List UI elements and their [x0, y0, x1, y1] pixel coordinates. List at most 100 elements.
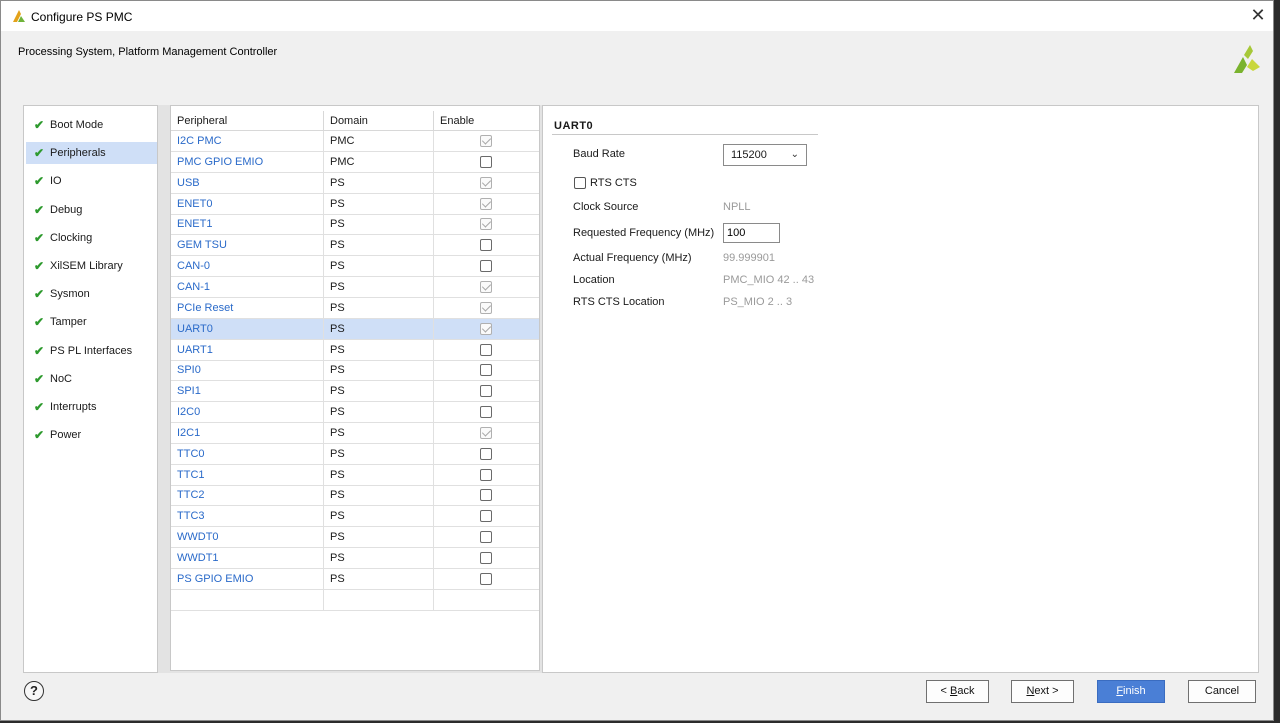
sidebar-item-label: XilSEM Library	[50, 260, 123, 272]
peripheral-name[interactable]: ENET0	[171, 193, 324, 215]
sidebar-item-power[interactable]: ✔ Power	[26, 424, 157, 446]
enable-checkbox[interactable]	[480, 510, 492, 523]
help-icon[interactable]: ?	[24, 681, 44, 701]
peripheral-name[interactable]: SPI0	[171, 360, 324, 382]
table-row[interactable]: UART0 PS	[171, 318, 539, 340]
sidebar-item-noc[interactable]: ✔ NoC	[26, 368, 157, 390]
column-header-domain[interactable]: Domain	[324, 111, 434, 131]
enable-checkbox[interactable]	[480, 218, 492, 231]
enable-checkbox[interactable]	[480, 239, 492, 252]
peripheral-name[interactable]: WWDT1	[171, 548, 324, 569]
finish-button[interactable]: Finish	[1097, 680, 1165, 703]
table-row[interactable]: TTC2 PS	[171, 485, 539, 507]
column-header-enable[interactable]: Enable	[434, 111, 539, 131]
enable-checkbox[interactable]	[480, 426, 492, 439]
enable-checkbox[interactable]	[480, 155, 492, 168]
column-header-peripheral[interactable]: Peripheral	[171, 111, 324, 131]
table-row[interactable]: CAN-1 PS	[171, 276, 539, 298]
enable-checkbox[interactable]	[480, 406, 492, 419]
peripheral-name[interactable]: CAN-1	[171, 276, 324, 298]
table-row[interactable]: ENET1 PS	[171, 214, 539, 236]
table-row[interactable]: USB PS	[171, 172, 539, 194]
sidebar-item-clocking[interactable]: ✔ Clocking	[26, 227, 157, 249]
enable-checkbox[interactable]	[480, 468, 492, 481]
peripheral-name[interactable]: GEM TSU	[171, 235, 324, 257]
peripheral-name[interactable]: PMC GPIO EMIO	[171, 151, 324, 173]
enable-checkbox[interactable]	[480, 364, 492, 377]
peripheral-name[interactable]: WWDT0	[171, 527, 324, 549]
table-row[interactable]: GEM TSU PS	[171, 235, 539, 257]
table-row[interactable]: TTC0 PS	[171, 443, 539, 465]
peripheral-name[interactable]: TTC1	[171, 464, 324, 486]
peripheral-name[interactable]: SPI1	[171, 381, 324, 403]
sidebar-item-sysmon[interactable]: ✔ Sysmon	[26, 283, 157, 305]
enable-cell	[434, 402, 539, 423]
check-icon: ✔	[34, 287, 45, 302]
enable-checkbox[interactable]	[480, 572, 492, 585]
table-row[interactable]: PCIe Reset PS	[171, 297, 539, 319]
sidebar-item-xilsem-library[interactable]: ✔ XilSEM Library	[26, 255, 157, 277]
enable-checkbox[interactable]	[480, 322, 492, 335]
table-row[interactable]: PMC GPIO EMIO PMC	[171, 151, 539, 173]
table-row[interactable]: I2C0 PS	[171, 402, 539, 424]
table-row[interactable]: SPI1 PS	[171, 381, 539, 403]
enable-checkbox[interactable]	[480, 176, 492, 189]
peripheral-name[interactable]: USB	[171, 172, 324, 194]
peripheral-name[interactable]: UART1	[171, 339, 324, 361]
sidebar-item-debug[interactable]: ✔ Debug	[26, 199, 157, 221]
enable-checkbox[interactable]	[480, 260, 492, 273]
enable-checkbox[interactable]	[480, 489, 492, 502]
back-button[interactable]: < Back	[926, 680, 989, 703]
enable-checkbox[interactable]	[480, 385, 492, 398]
sidebar-item-ps-pl-interfaces[interactable]: ✔ PS PL Interfaces	[26, 340, 157, 362]
peripheral-name[interactable]: I2C1	[171, 422, 324, 444]
dialog-header: Processing System, Platform Management C…	[1, 31, 1273, 99]
table-row[interactable]: WWDT1 PS	[171, 548, 539, 569]
cancel-button[interactable]: Cancel	[1188, 680, 1256, 703]
rts-cts-checkbox[interactable]	[574, 177, 586, 189]
table-row[interactable]: ENET0 PS	[171, 193, 539, 215]
enable-checkbox[interactable]	[480, 552, 492, 564]
enable-cell	[434, 485, 539, 506]
enable-checkbox[interactable]	[480, 531, 492, 544]
peripheral-name[interactable]: CAN-0	[171, 256, 324, 278]
peripheral-name[interactable]: TTC2	[171, 485, 324, 507]
sidebar-item-peripherals[interactable]: ✔ Peripherals	[26, 142, 157, 165]
table-row[interactable]: TTC1 PS	[171, 464, 539, 486]
close-icon[interactable]: ✕	[1247, 5, 1269, 27]
requested-frequency-input[interactable]	[723, 223, 780, 243]
table-row[interactable]: UART1 PS	[171, 339, 539, 361]
peripheral-name[interactable]: PS GPIO EMIO	[171, 568, 324, 590]
baud-rate-value: 115200	[731, 149, 767, 161]
peripheral-name[interactable]: UART0	[171, 318, 324, 340]
next-button[interactable]: Next >	[1011, 680, 1074, 703]
peripheral-name[interactable]: I2C0	[171, 402, 324, 424]
table-row[interactable]: TTC3 PS	[171, 506, 539, 528]
table-row[interactable]: I2C1 PS	[171, 422, 539, 444]
enable-checkbox[interactable]	[480, 343, 492, 356]
enable-checkbox[interactable]	[480, 280, 492, 293]
table-row[interactable]: I2C PMC PMC	[171, 131, 539, 152]
table-row[interactable]: WWDT0 PS	[171, 527, 539, 549]
baud-rate-select[interactable]: 115200 ⌄	[723, 144, 807, 166]
sidebar-item-interrupts[interactable]: ✔ Interrupts	[26, 396, 157, 418]
enable-checkbox[interactable]	[480, 197, 492, 210]
table-row[interactable]: SPI0 PS	[171, 360, 539, 382]
sidebar-item-tamper[interactable]: ✔ Tamper	[26, 311, 157, 333]
peripheral-name[interactable]: ENET1	[171, 214, 324, 236]
sidebar-item-io[interactable]: ✔ IO	[26, 170, 157, 192]
peripheral-name[interactable]: PCIe Reset	[171, 297, 324, 319]
enable-checkbox[interactable]	[480, 301, 492, 314]
xilinx-logo-icon	[1234, 45, 1260, 73]
table-row[interactable]: CAN-0 PS	[171, 256, 539, 278]
enable-checkbox[interactable]	[480, 135, 492, 147]
peripheral-table: Peripheral Domain Enable I2C PMC PMC PMC G…	[170, 105, 540, 671]
sidebar-item-boot-mode[interactable]: ✔ Boot Mode	[26, 114, 157, 136]
enable-cell	[434, 256, 539, 277]
peripheral-name[interactable]: TTC3	[171, 506, 324, 528]
enable-checkbox[interactable]	[480, 447, 492, 460]
peripheral-name[interactable]: TTC0	[171, 443, 324, 465]
peripheral-name[interactable]: I2C PMC	[171, 131, 324, 152]
peripheral-domain: PS	[324, 297, 434, 319]
table-row[interactable]: PS GPIO EMIO PS	[171, 568, 539, 590]
